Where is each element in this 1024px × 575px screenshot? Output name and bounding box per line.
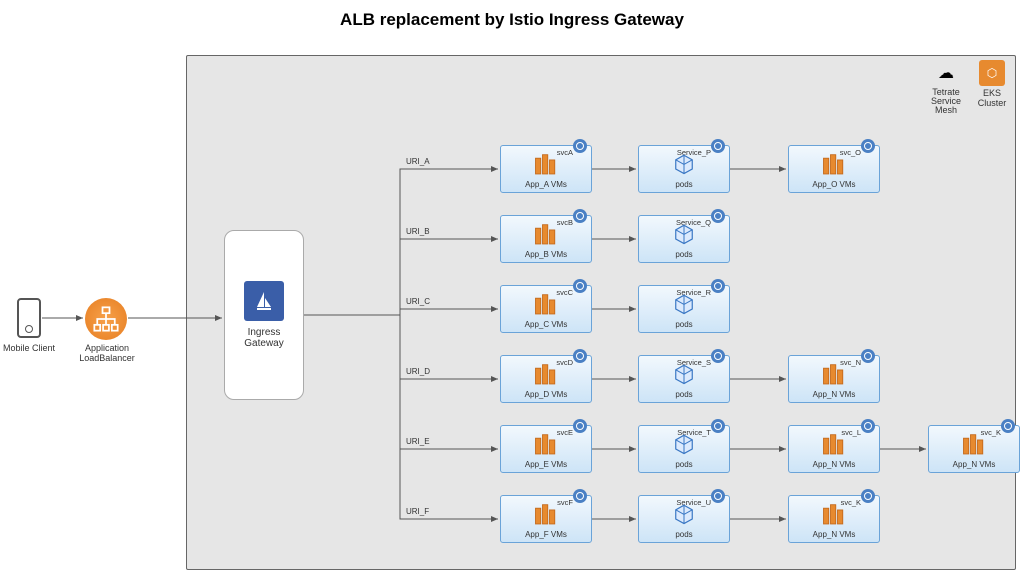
- app-node-5-label: App_F VMs: [501, 530, 591, 539]
- svc-node-4-label: pods: [639, 460, 729, 469]
- k8s-badge-icon: [1001, 419, 1015, 433]
- uri-label-1: URI_B: [406, 227, 430, 236]
- pod-icon: [673, 363, 695, 387]
- svc-node-2-label: pods: [639, 320, 729, 329]
- k8s-badge-icon: [861, 419, 875, 433]
- k8s-badge-icon: [573, 279, 587, 293]
- k8s-badge-icon: [711, 209, 725, 223]
- svc-node-4: Service_T pods: [638, 425, 730, 473]
- chain-node-4-0: svc_L App_N VMs: [788, 425, 880, 473]
- svc-node-3: Service_S pods: [638, 355, 730, 403]
- app-node-3: svcD App_D VMs: [500, 355, 592, 403]
- app-node-5: svcF App_F VMs: [500, 495, 592, 543]
- app-node-4-label: App_E VMs: [501, 460, 591, 469]
- alb-label: Application LoadBalancer: [72, 343, 142, 363]
- chain-node-4-1: svc_K App_N VMs: [928, 425, 1020, 473]
- k8s-badge-icon: [861, 349, 875, 363]
- svc-node-5-label: pods: [639, 530, 729, 539]
- ec2-icon: [532, 502, 560, 530]
- svc-node-0-label: pods: [639, 180, 729, 189]
- k8s-badge-icon: [573, 139, 587, 153]
- app-node-2: svcC App_C VMs: [500, 285, 592, 333]
- ec2-icon: [532, 362, 560, 390]
- k8s-badge-icon: [573, 209, 587, 223]
- eks-icon: ⬡: [979, 60, 1005, 86]
- ec2-icon: [960, 432, 988, 460]
- eks-tag: ⬡ EKS Cluster: [972, 60, 1012, 108]
- k8s-badge-icon: [861, 139, 875, 153]
- k8s-badge-icon: [711, 139, 725, 153]
- chain-node-0-0-label: App_O VMs: [789, 180, 879, 189]
- app-node-4: svcE App_E VMs: [500, 425, 592, 473]
- pod-icon: [673, 223, 695, 247]
- k8s-badge-icon: [711, 419, 725, 433]
- chain-node-0-0: svc_O App_O VMs: [788, 145, 880, 193]
- chain-node-3-0-label: App_N VMs: [789, 390, 879, 399]
- chain-node-4-1-label: App_N VMs: [929, 460, 1019, 469]
- mobile-client-icon: [17, 298, 41, 338]
- mobile-client-label: Mobile Client: [0, 343, 58, 353]
- ingress-gateway-label: Ingress Gateway: [244, 327, 283, 349]
- ec2-icon: [820, 432, 848, 460]
- ec2-icon: [820, 502, 848, 530]
- eks-cluster-box: [186, 55, 1016, 570]
- k8s-badge-icon: [573, 489, 587, 503]
- k8s-badge-icon: [711, 279, 725, 293]
- k8s-badge-icon: [711, 489, 725, 503]
- pod-icon: [673, 433, 695, 457]
- svc-node-0: Service_P pods: [638, 145, 730, 193]
- ec2-icon: [820, 362, 848, 390]
- app-node-2-label: App_C VMs: [501, 320, 591, 329]
- uri-label-3: URI_D: [406, 367, 430, 376]
- pod-icon: [673, 503, 695, 527]
- eks-label: EKS Cluster: [972, 88, 1012, 108]
- uri-label-5: URI_F: [406, 507, 429, 516]
- k8s-badge-icon: [573, 419, 587, 433]
- chain-node-5-0: svc_K App_N VMs: [788, 495, 880, 543]
- uri-label-4: URI_E: [406, 437, 430, 446]
- tetrate-tag: ☁ Tetrate Service Mesh: [926, 60, 966, 115]
- app-node-0: svcA App_A VMs: [500, 145, 592, 193]
- pod-icon: [673, 293, 695, 317]
- app-node-3-label: App_D VMs: [501, 390, 591, 399]
- uri-label-2: URI_C: [406, 297, 430, 306]
- svc-node-1-label: pods: [639, 250, 729, 259]
- app-node-0-label: App_A VMs: [501, 180, 591, 189]
- svc-node-1: Service_Q pods: [638, 215, 730, 263]
- uri-label-0: URI_A: [406, 157, 430, 166]
- istio-icon: [244, 281, 284, 321]
- k8s-badge-icon: [711, 349, 725, 363]
- k8s-badge-icon: [861, 489, 875, 503]
- app-node-1-label: App_B VMs: [501, 250, 591, 259]
- page-title: ALB replacement by Istio Ingress Gateway: [0, 10, 1024, 30]
- chain-node-5-0-label: App_N VMs: [789, 530, 879, 539]
- svc-node-3-label: pods: [639, 390, 729, 399]
- alb-icon: [85, 298, 127, 340]
- chain-node-4-0-label: App_N VMs: [789, 460, 879, 469]
- tetrate-icon: ☁: [933, 60, 959, 86]
- ec2-icon: [532, 292, 560, 320]
- ec2-icon: [532, 222, 560, 250]
- chain-node-3-0: svc_N App_N VMs: [788, 355, 880, 403]
- tetrate-label: Tetrate Service Mesh: [926, 88, 966, 115]
- ec2-icon: [820, 152, 848, 180]
- k8s-badge-icon: [573, 349, 587, 363]
- app-node-1: svcB App_B VMs: [500, 215, 592, 263]
- ec2-icon: [532, 152, 560, 180]
- svc-node-2: Service_R pods: [638, 285, 730, 333]
- svc-node-5: Service_U pods: [638, 495, 730, 543]
- ec2-icon: [532, 432, 560, 460]
- ingress-gateway-node: Ingress Gateway: [224, 230, 304, 400]
- pod-icon: [673, 153, 695, 177]
